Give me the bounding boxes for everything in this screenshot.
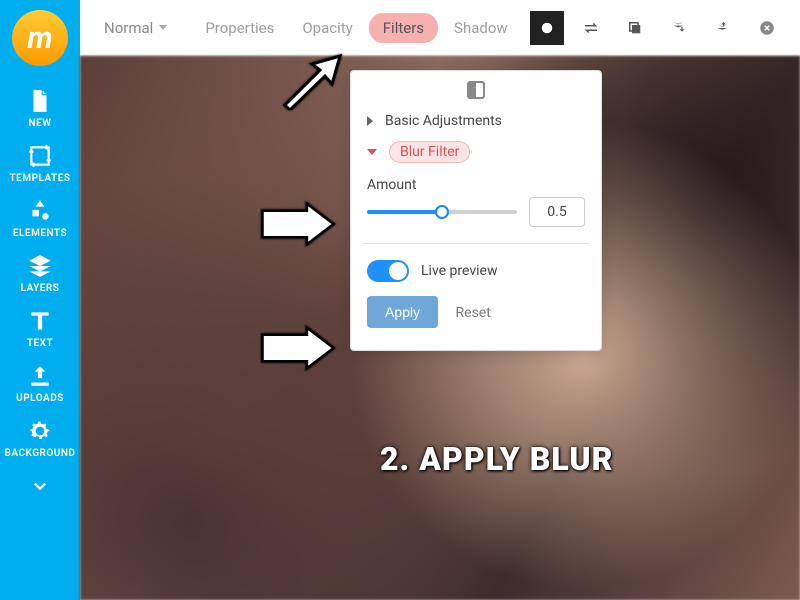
live-preview-label: Live preview — [421, 263, 497, 279]
amount-label: Amount — [367, 177, 585, 193]
sidebar-item-label: TEXT — [27, 338, 53, 349]
sidebar-item-layers[interactable]: LAYERS — [0, 245, 80, 300]
tab-opacity[interactable]: Opacity — [290, 13, 364, 43]
sidebar-item-new[interactable]: NEW — [0, 80, 80, 135]
layers-icon — [27, 253, 53, 279]
tab-filters[interactable]: Filters — [369, 13, 438, 43]
sidebar-item-label: UPLOADS — [16, 393, 64, 404]
tab-shadow[interactable]: Shadow — [442, 13, 520, 43]
annotation-arrow-1 — [270, 50, 350, 114]
divider — [363, 243, 589, 244]
download-icon — [27, 473, 53, 499]
sidebar-item-label: ELEMENTS — [13, 228, 67, 239]
panel-handle-icon[interactable] — [467, 81, 485, 99]
top-toolbar: Normal Properties Opacity Filters Shadow — [80, 0, 800, 56]
sidebar-item-text[interactable]: TEXT — [0, 300, 80, 355]
apply-button[interactable]: Apply — [367, 296, 438, 328]
sidebar-item-more[interactable] — [0, 465, 80, 499]
upload-icon — [27, 363, 53, 389]
swap-icon[interactable] — [574, 11, 608, 45]
sidebar-item-templates[interactable]: TEMPLATES — [0, 135, 80, 190]
sidebar-item-uploads[interactable]: UPLOADS — [0, 355, 80, 410]
filters-panel: Basic Adjustments Blur Filter Amount 0.5… — [350, 70, 602, 351]
blur-filter-label: Blur Filter — [389, 141, 470, 163]
gear-icon — [27, 418, 53, 444]
sidebar-item-elements[interactable]: ELEMENTS — [0, 190, 80, 245]
annotation-caption: 2. APPLY BLUR — [380, 440, 614, 478]
blend-mode-dropdown[interactable]: Normal — [94, 13, 177, 43]
move-up-icon[interactable] — [706, 11, 740, 45]
delete-icon[interactable] — [750, 11, 784, 45]
amount-input[interactable]: 0.5 — [529, 197, 585, 227]
reset-button[interactable]: Reset — [456, 305, 491, 321]
basic-adjustments-label: Basic Adjustments — [385, 113, 502, 129]
sidebar-item-label: LAYERS — [21, 283, 60, 294]
file-icon — [27, 88, 53, 114]
mask-circle-button[interactable] — [530, 11, 564, 45]
live-preview-toggle[interactable] — [367, 260, 409, 282]
tab-properties[interactable]: Properties — [193, 13, 286, 43]
basic-adjustments-section[interactable]: Basic Adjustments — [367, 107, 585, 135]
crop-icon — [27, 143, 53, 169]
sidebar-item-background[interactable]: BACKGROUND — [0, 410, 80, 465]
annotation-arrow-2 — [258, 194, 338, 258]
left-sidebar: m NEW TEMPLATES ELEMENTS LAYERS TEXT — [0, 0, 80, 600]
sidebar-item-label: BACKGROUND — [5, 448, 76, 459]
blur-filter-section[interactable]: Blur Filter — [367, 135, 585, 169]
shapes-icon — [27, 198, 53, 224]
text-icon — [27, 308, 53, 334]
sidebar-item-label: NEW — [29, 118, 52, 129]
copy-icon[interactable] — [618, 11, 652, 45]
amount-slider[interactable] — [367, 210, 517, 214]
move-down-icon[interactable] — [662, 11, 696, 45]
sidebar-item-label: TEMPLATES — [10, 173, 71, 184]
app-logo: m — [12, 10, 68, 66]
annotation-arrow-3 — [258, 318, 338, 382]
